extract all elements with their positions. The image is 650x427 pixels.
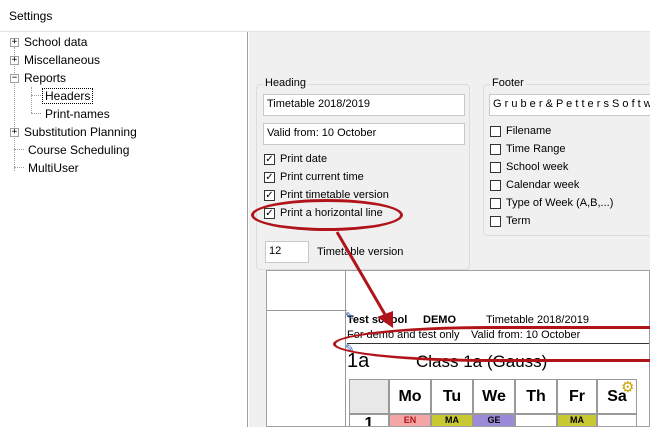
checkbox-label: Print current time [280,171,364,183]
timetable-day-header: Mo [389,379,431,414]
timetable-day-header: Sa [597,379,637,414]
timetable-lesson-cell: MA [431,414,473,426]
checkbox-label: Filename [506,125,552,137]
checkbox-label: Print date [280,153,328,165]
timetable-version-label: Timetable version [317,246,404,258]
tree-item-label: Headers [42,88,94,104]
pencil-icon: ✎ [345,311,355,323]
timetable-lesson-cell: MA [557,414,597,426]
heading-group-title: Heading [263,77,308,89]
tree-guide-line [14,167,24,168]
collapse-icon[interactable]: − [10,73,19,83]
tree-guide-line [31,95,41,96]
timetable-corner-cell [349,379,389,414]
tree-item-print-names[interactable]: Print-names [45,105,110,123]
tree-guide-line [31,87,32,113]
preview-demo-label: DEMO [423,314,456,326]
filename-checkbox[interactable]: Filename [490,125,551,137]
preview-margin-line [345,271,346,311]
preview-school-name: Test school [347,314,408,326]
tree-item-label: Substitution Planning [24,125,137,139]
timetable-day-header: Th [515,379,557,414]
checkbox-label: School week [506,161,569,173]
calendar-week-checkbox[interactable]: Calendar week [490,179,579,191]
timetable-day-header: We [473,379,515,414]
window-title: Settings [9,9,53,23]
checkmark-icon: ✓ [264,153,275,165]
timetable-lesson-cell [515,414,557,426]
tree-item-multiuser[interactable]: MultiUser [28,159,79,177]
expand-icon[interactable]: + [10,37,19,47]
tree-item-miscellaneous[interactable]: + Miscellaneous [10,51,100,69]
tree-guide-line [14,149,24,150]
checkbox-label: Type of Week (A,B,...) [506,197,614,209]
tree-item-headers[interactable]: Headers [42,87,94,105]
tree-item-substitution-planning[interactable]: + Substitution Planning [10,123,137,141]
tree-item-label: MultiUser [28,161,79,175]
checkbox-label: Time Range [506,143,566,155]
preview-margin-line [345,311,346,426]
footer-text-input[interactable]: G r u b e r & P e t t e r s S o f t w [489,94,650,116]
heading-line2-input[interactable]: Valid from: 10 October [263,123,465,145]
highlight-circle [251,199,403,231]
tree-item-label: Print-names [45,107,110,121]
timetable-lesson-cell [597,414,637,426]
preview-margin-line [267,310,347,311]
highlight-circle [333,326,650,362]
checkmark-icon: ✓ [264,171,275,183]
timetable-day-header: Tu [431,379,473,414]
expand-icon[interactable]: + [10,127,19,137]
type-of-week-checkbox[interactable]: Type of Week (A,B,...) [490,197,613,209]
tree-item-label: School data [24,35,88,49]
term-checkbox[interactable]: Term [490,215,530,227]
preview-timetable-title: Timetable 2018/2019 [486,314,589,326]
checkbox-label: Term [506,215,531,227]
title-bar: Settings [0,0,650,32]
timetable-lesson-cell: GE [473,414,515,426]
tree-item-school-data[interactable]: + School data [10,33,87,51]
timetable-day-header: Fr [557,379,597,414]
heading-line1-input[interactable]: Timetable 2018/2019 [263,94,465,116]
tree-item-reports[interactable]: − Reports [10,69,66,87]
tree-item-course-scheduling[interactable]: Course Scheduling [28,141,129,159]
timetable-version-input[interactable]: 12 [265,241,309,263]
tree-guide-line [31,113,41,114]
tree-item-label: Miscellaneous [24,53,101,67]
print-current-time-checkbox[interactable]: ✓ Print current time [264,171,364,183]
school-week-checkbox[interactable]: School week [490,161,568,173]
print-date-checkbox[interactable]: ✓ Print date [264,153,327,165]
expand-icon[interactable]: + [10,55,19,65]
timetable-lesson-cell: EN [389,414,431,426]
timetable-period-label: 1 [349,414,389,426]
footer-group-title: Footer [490,77,526,89]
tree-item-label: Reports [24,71,67,85]
checkbox-label: Calendar week [506,179,580,191]
tree-item-label: Course Scheduling [28,143,130,157]
checkmark-icon: ✓ [264,189,275,201]
time-range-checkbox[interactable]: Time Range [490,143,566,155]
settings-tree: + School data + Miscellaneous − Reports … [0,32,248,427]
